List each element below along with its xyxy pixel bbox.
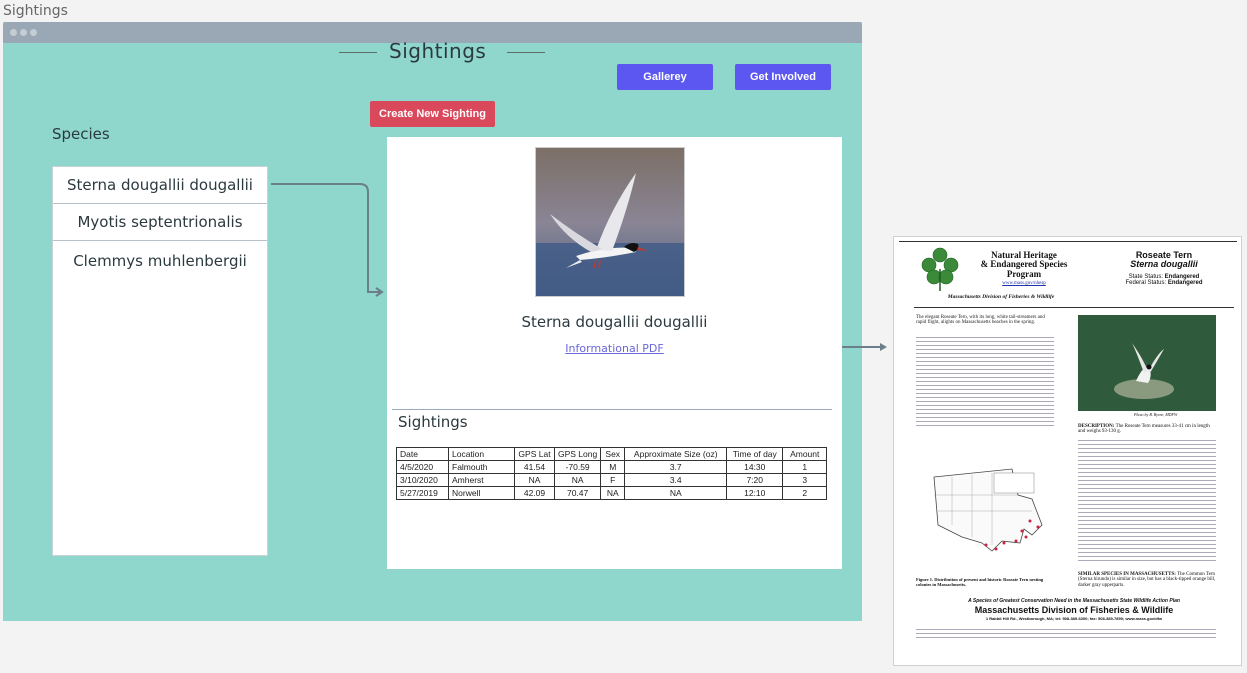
pdf-description-lines bbox=[1078, 440, 1216, 564]
pdf-tern-photo-image bbox=[1078, 315, 1216, 411]
table-cell: 70.47 bbox=[553, 486, 602, 500]
table-cell: 12:10 bbox=[726, 486, 784, 500]
table-cell: Amherst bbox=[448, 473, 515, 487]
species-detail-panel: Sterna dougallii dougallii Informational… bbox=[387, 137, 842, 569]
table-cell: 5/27/2019 bbox=[396, 486, 449, 500]
table-cell: Falmouth bbox=[448, 460, 515, 474]
pdf-intro-lines bbox=[916, 337, 1054, 429]
table-header-row: Date Location GPS Lat GPS Long Sex Appro… bbox=[396, 447, 828, 461]
column-header: Sex bbox=[600, 447, 626, 461]
pdf-species-latin: Sterna dougallii bbox=[1130, 259, 1198, 270]
pdf-footer-lines bbox=[916, 629, 1216, 641]
table-cell: M bbox=[600, 460, 626, 474]
table-cell: 3.4 bbox=[624, 473, 728, 487]
sightings-table: Date Location GPS Lat GPS Long Sex Appro… bbox=[396, 447, 828, 500]
table-cell: 41.54 bbox=[514, 460, 555, 474]
pdf-program-url: www.mass.gov/nhesp bbox=[1002, 281, 1046, 287]
table-row[interactable]: 5/27/2019 Norwell 42.09 70.47 NA NA 12:1… bbox=[396, 486, 828, 500]
pdf-preview[interactable]: Natural Heritage & Endangered Species Pr… bbox=[893, 236, 1242, 666]
column-header: Date bbox=[396, 447, 449, 461]
column-header: Approximate Size (oz) bbox=[624, 447, 728, 461]
table-cell: 4/5/2020 bbox=[396, 460, 449, 474]
pdf-federal-status: Endangered bbox=[1167, 280, 1203, 287]
table-cell: 3.7 bbox=[624, 460, 728, 474]
section-divider bbox=[392, 409, 832, 410]
species-to-detail-arrow bbox=[271, 183, 380, 293]
column-header: Amount bbox=[782, 447, 828, 461]
column-header: GPS Long bbox=[553, 447, 602, 461]
pdf-footer-division: Massachusetts Division of Fisheries & Wi… bbox=[974, 605, 1174, 615]
arrow-head-icon bbox=[880, 343, 887, 351]
pdf-intro-text: The elegant Roseate Tern, with its long,… bbox=[916, 315, 1045, 326]
table-cell: NA bbox=[553, 473, 602, 487]
tern-photo-image bbox=[536, 148, 684, 296]
table-cell: NA bbox=[514, 473, 555, 487]
column-header: Time of day bbox=[726, 447, 784, 461]
table-cell: 14:30 bbox=[726, 460, 784, 474]
table-cell: -70.59 bbox=[553, 460, 602, 474]
selected-species-name: Sterna dougallii dougallii bbox=[521, 313, 708, 331]
table-row[interactable]: 4/5/2020 Falmouth 41.54 -70.59 M 3.7 14:… bbox=[396, 460, 828, 474]
table-cell: Norwell bbox=[448, 486, 515, 500]
pdf-footer-address: 1 Rabbit Hill Rd., Westborough, MA; tel:… bbox=[985, 616, 1163, 621]
pdf-program-line3: Program bbox=[1006, 268, 1042, 279]
table-cell: 2 bbox=[782, 486, 828, 500]
pdf-photo-credit: Photo by B. Byrne, MDFW bbox=[1134, 412, 1178, 417]
pdf-federal-status-label: Federal Status: bbox=[1125, 280, 1167, 287]
nhesp-leaf-logo-icon bbox=[921, 247, 959, 291]
pdf-top-rule bbox=[899, 241, 1237, 242]
pdf-header-rule bbox=[914, 307, 1234, 308]
pdf-massachusetts-map bbox=[933, 468, 1043, 552]
table-cell: 1 bbox=[782, 460, 828, 474]
table-cell: F bbox=[600, 473, 626, 487]
pdf-state-status: Endangered bbox=[1164, 273, 1200, 280]
column-header: GPS Lat bbox=[514, 447, 555, 461]
table-row[interactable]: 3/10/2020 Amherst NA NA F 3.4 7:20 3 bbox=[396, 473, 828, 487]
pdf-footer-tagline: A Species of Greatest Conservation Need … bbox=[968, 598, 1180, 604]
canvas: Sightings Sightings Gallerey Get Involve… bbox=[0, 0, 1247, 673]
pdf-division: Massachusetts Division of Fisheries & Wi… bbox=[947, 294, 1055, 300]
table-cell: NA bbox=[624, 486, 728, 500]
table-cell: 7:20 bbox=[726, 473, 784, 487]
column-header: Location bbox=[448, 447, 515, 461]
table-cell: 3 bbox=[782, 473, 828, 487]
pdf-similar-label: SIMILAR SPECIES IN MASSACHUSETTS: bbox=[1078, 572, 1176, 577]
table-cell: 42.09 bbox=[514, 486, 555, 500]
species-photo bbox=[535, 147, 685, 297]
informational-pdf-link[interactable]: Informational PDF bbox=[387, 342, 842, 355]
table-cell: NA bbox=[600, 486, 626, 500]
sightings-heading: Sightings bbox=[398, 413, 468, 431]
pdf-state-status-label: State Status: bbox=[1128, 273, 1163, 280]
table-cell: 3/10/2020 bbox=[396, 473, 449, 487]
pdf-figure-caption: Figure 1. Distribution of present and hi… bbox=[916, 577, 1044, 587]
pdf-description-label: DESCRIPTION: bbox=[1078, 424, 1115, 429]
